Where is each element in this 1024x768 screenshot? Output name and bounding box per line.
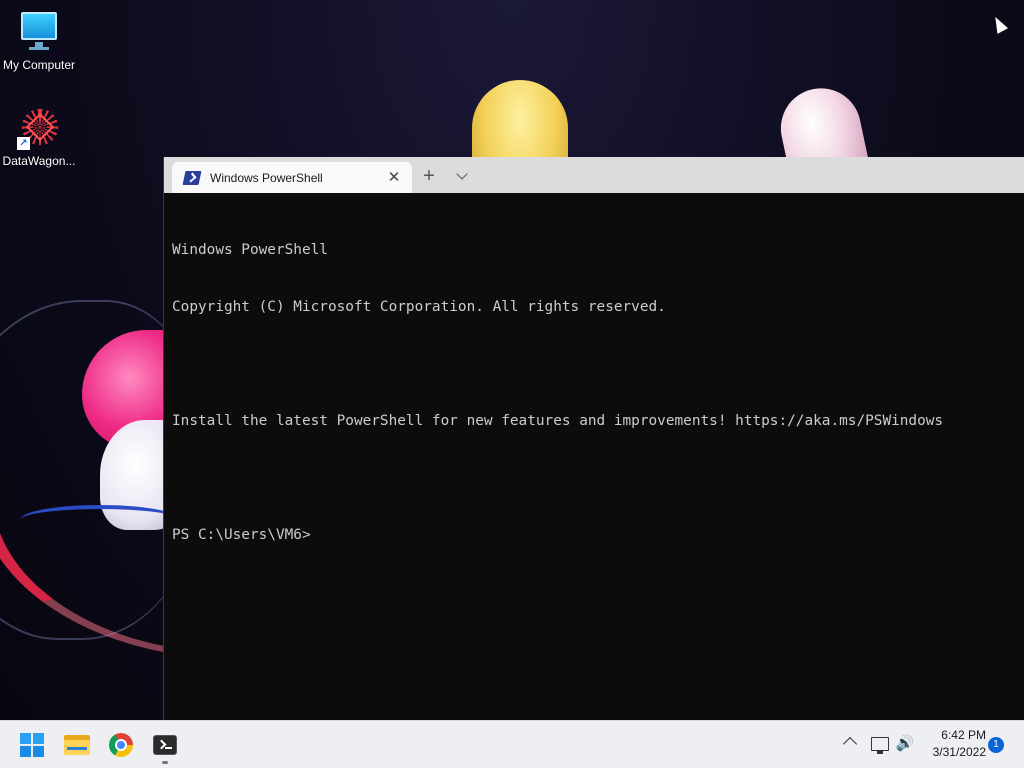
show-hidden-icons-chevron-icon[interactable] bbox=[842, 736, 858, 752]
clock[interactable]: 6:42 PM 3/31/2022 bbox=[920, 727, 986, 761]
chevron-down-icon bbox=[456, 168, 468, 180]
wallpaper-shape bbox=[20, 505, 180, 535]
tab-windows-powershell[interactable]: Windows PowerShell ✕ bbox=[172, 162, 412, 193]
close-icon[interactable]: ✕ bbox=[386, 169, 402, 186]
terminal-icon bbox=[153, 735, 177, 755]
network-icon[interactable] bbox=[871, 737, 889, 754]
shortcut-arrow-icon: ↗ bbox=[17, 137, 30, 150]
taskbar-file-explorer[interactable] bbox=[57, 727, 97, 763]
desktop-icon-label: My Computer bbox=[2, 58, 76, 72]
chrome-icon bbox=[109, 733, 133, 757]
desktop-icon-datawagon[interactable]: ↗ DataWagon... bbox=[0, 106, 78, 168]
clock-time: 6:42 PM bbox=[941, 728, 986, 742]
taskbar: 🔊 6:42 PM 3/31/2022 1 bbox=[0, 720, 1024, 768]
console-line: Copyright (C) Microsoft Corporation. All… bbox=[172, 299, 666, 315]
taskbar-terminal[interactable] bbox=[145, 727, 185, 763]
start-button[interactable] bbox=[12, 727, 52, 763]
datawagon-icon: ↗ bbox=[17, 106, 61, 150]
desktop-icon-my-computer[interactable]: My Computer bbox=[0, 10, 78, 72]
powershell-icon bbox=[182, 170, 202, 185]
console-output[interactable]: Windows PowerShell Copyright (C) Microso… bbox=[164, 193, 1024, 593]
notification-badge[interactable]: 1 bbox=[988, 737, 1004, 753]
monitor-icon bbox=[17, 10, 61, 54]
desktop-icon-label: DataWagon... bbox=[2, 154, 76, 168]
terminal-window[interactable]: Windows PowerShell ✕ + Windows PowerShel… bbox=[163, 157, 1024, 720]
tab-bar: Windows PowerShell ✕ + bbox=[164, 157, 1024, 193]
clock-date: 3/31/2022 bbox=[932, 745, 986, 759]
new-tab-button[interactable]: + bbox=[418, 165, 440, 187]
tab-dropdown-button[interactable] bbox=[451, 165, 473, 187]
taskbar-chrome[interactable] bbox=[101, 727, 141, 763]
windows-logo-icon bbox=[20, 733, 44, 757]
tab-title: Windows PowerShell bbox=[210, 170, 323, 185]
console-line: Install the latest PowerShell for new fe… bbox=[172, 413, 944, 429]
console-line: Windows PowerShell bbox=[172, 242, 328, 258]
console-prompt[interactable]: PS C:\Users\VM6> bbox=[172, 526, 1016, 545]
volume-icon[interactable]: 🔊 bbox=[895, 735, 915, 753]
folder-icon bbox=[64, 735, 90, 755]
running-indicator bbox=[162, 761, 168, 764]
